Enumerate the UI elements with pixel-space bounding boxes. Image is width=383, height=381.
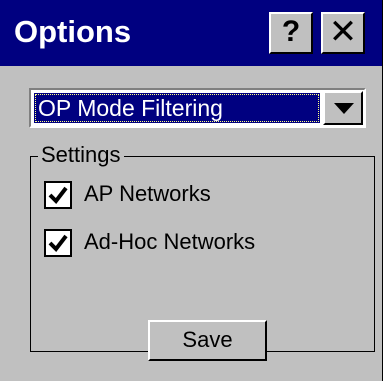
checkmark-icon xyxy=(48,234,68,253)
combobox-dropdown-button[interactable] xyxy=(323,91,363,125)
title-bar: Options ? ✕ xyxy=(0,0,382,66)
options-dialog: Options ? ✕ OP Mode Filtering Settings A… xyxy=(0,0,383,381)
checkmark-icon xyxy=(48,186,68,205)
ap-networks-label: AP Networks xyxy=(84,181,211,206)
window-title: Options xyxy=(14,14,132,49)
combobox-selected-value: OP Mode Filtering xyxy=(34,93,320,123)
dialog-client-area: OP Mode Filtering Settings AP Networks A… xyxy=(0,66,382,381)
chevron-down-icon xyxy=(334,103,354,114)
settings-legend: Settings xyxy=(38,141,124,169)
save-button[interactable]: Save xyxy=(148,320,267,361)
help-button[interactable]: ? xyxy=(269,12,313,54)
ad-hoc-networks-label: Ad-Hoc Networks xyxy=(84,229,256,254)
dialog-left-edge xyxy=(0,66,8,381)
mode-filter-combobox[interactable]: OP Mode Filtering xyxy=(29,88,366,128)
checkbox-box[interactable] xyxy=(44,229,72,257)
close-button[interactable]: ✕ xyxy=(321,12,365,54)
checkbox-box[interactable] xyxy=(44,181,72,209)
